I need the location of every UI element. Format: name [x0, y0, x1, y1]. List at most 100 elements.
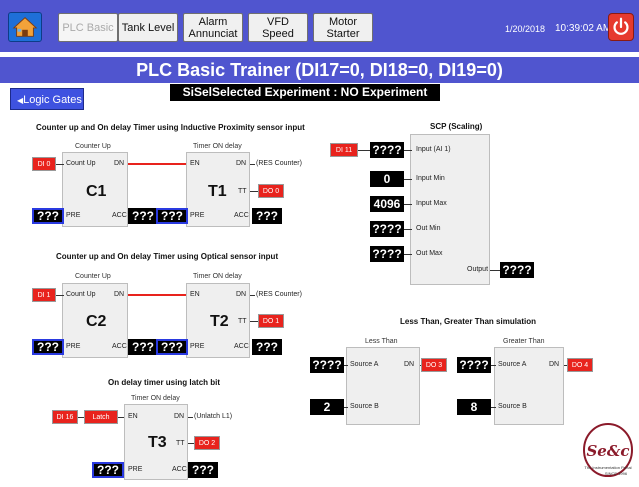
logic-gates-button[interactable]: ◀Logic Gates	[10, 88, 84, 110]
timer-pre-value[interactable]: ???	[156, 339, 188, 355]
timer-title: Timer ON delay	[193, 273, 242, 280]
wire	[128, 294, 186, 296]
output-tag-do0[interactable]: DO 0	[258, 184, 284, 198]
less-source-b-value[interactable]: 2	[310, 399, 344, 415]
counter-acc-value: ???	[128, 208, 158, 224]
dn-label: DN	[236, 160, 247, 167]
acc-label: ACC	[172, 466, 187, 473]
dn-label: DN	[114, 291, 125, 298]
counter-pre-value[interactable]: ???	[32, 339, 64, 355]
source-a-label: Source A	[350, 361, 379, 368]
logo-since: SINCE 1996	[605, 471, 628, 476]
wire	[188, 417, 193, 418]
dn-label: DN	[236, 291, 247, 298]
greater-source-b-value[interactable]: 8	[457, 399, 491, 415]
latch-tag[interactable]: Latch	[84, 410, 118, 424]
top-navigation-bar: PLC Basic Tank Level Alarm Annunciat VFD…	[0, 0, 639, 52]
time-display: 10:39:02 AM	[555, 23, 612, 34]
power-button[interactable]	[608, 13, 634, 41]
experiment-banner: SiSelSelected Experiment : NO Experiment…	[170, 84, 440, 116]
output-tag-do2[interactable]: DO 2	[194, 436, 220, 450]
count-up-label: Count Up	[66, 291, 96, 298]
pre-label: PRE	[190, 343, 205, 350]
acc-label: ACC	[112, 212, 127, 219]
dn-note: (Unlatch L1)	[194, 413, 233, 420]
nav-button-tank-level[interactable]: Tank Level	[118, 13, 178, 42]
scp-input-min-value[interactable]: 0	[370, 171, 404, 187]
dn-note: (RES Counter)	[256, 160, 302, 167]
en-label: EN	[190, 160, 200, 167]
wire	[250, 164, 255, 165]
wire	[358, 150, 370, 151]
less-than-block	[346, 347, 420, 425]
counter-pre-value[interactable]: ???	[32, 208, 64, 224]
less-source-a-value: ????	[310, 357, 344, 373]
timer-name-t1: T1	[208, 183, 227, 200]
dn-label: DN	[549, 361, 560, 368]
nav-button-motor-starter[interactable]: Motor Starter	[313, 13, 373, 42]
wire	[404, 150, 412, 151]
scp-out-min-value[interactable]: ????	[370, 221, 404, 237]
timer-pre-value[interactable]: ???	[156, 208, 188, 224]
acc-label: ACC	[234, 343, 249, 350]
wire	[491, 407, 496, 408]
acc-label: ACC	[112, 343, 127, 350]
home-icon	[12, 17, 38, 37]
input-tag-di11[interactable]: DI 11	[330, 143, 358, 157]
pre-label: PRE	[66, 343, 81, 350]
input-tag-di0[interactable]: DI 0	[32, 157, 56, 171]
scp-input-max-value[interactable]: 4096	[370, 196, 404, 212]
timer-acc-value: ???	[252, 208, 282, 224]
input-tag-di1[interactable]: DI 1	[32, 288, 56, 302]
scp-input-max-label: Input Max	[416, 200, 447, 207]
wire	[404, 204, 412, 205]
nav-button-vfd-speed[interactable]: VFD Speed	[248, 13, 308, 42]
timer-name-t3: T3	[148, 434, 167, 451]
logo-monogram: Se&c	[586, 442, 629, 460]
section-title-latch: On delay timer using latch bit	[108, 378, 221, 387]
wire	[56, 295, 64, 296]
timer-acc-value: ???	[188, 462, 218, 478]
tt-label: TT	[176, 440, 185, 447]
greater-source-a-value: ????	[457, 357, 491, 373]
nav-button-plc-basic[interactable]: PLC Basic	[58, 13, 118, 42]
dn-label: DN	[114, 160, 125, 167]
section-title-inductive: Counter up and On delay Timer using Indu…	[36, 123, 305, 132]
source-a-label: Source A	[498, 361, 527, 368]
pre-label: PRE	[190, 212, 205, 219]
output-tag-do1[interactable]: DO 1	[258, 314, 284, 328]
source-b-label: Source B	[350, 403, 379, 410]
count-up-label: Count Up	[66, 160, 96, 167]
page-title: PLC Basic Trainer (DI17=0, DI18=0, DI19=…	[0, 57, 639, 83]
greater-than-title: Greater Than	[503, 338, 545, 345]
less-than-title: Less Than	[365, 338, 398, 345]
wire	[404, 229, 412, 230]
wire	[344, 365, 348, 366]
output-tag-do3[interactable]: DO 3	[421, 358, 447, 372]
wire	[404, 179, 412, 180]
scp-out-max-value[interactable]: ????	[370, 246, 404, 262]
counter-title: Counter Up	[75, 273, 111, 280]
tt-label: TT	[238, 318, 247, 325]
timer-pre-value[interactable]: ???	[92, 462, 124, 478]
greater-than-block	[494, 347, 564, 425]
logic-gates-label: Logic Gates	[23, 94, 82, 106]
output-tag-do4[interactable]: DO 4	[567, 358, 593, 372]
scp-input-value: ????	[370, 142, 404, 158]
en-label: EN	[190, 291, 200, 298]
wire	[404, 254, 412, 255]
company-logo: Se&c The Instrumentation Portal SINCE 19…	[583, 423, 633, 477]
nav-button-alarm-annunciator[interactable]: Alarm Annunciat	[183, 13, 243, 42]
wire	[128, 163, 186, 165]
wire	[56, 164, 64, 165]
source-b-label: Source B	[498, 403, 527, 410]
power-icon	[613, 17, 629, 35]
home-button[interactable]	[8, 12, 42, 42]
scp-output-value: ????	[500, 262, 534, 278]
input-tag-di16[interactable]: DI 16	[52, 410, 78, 424]
en-label: EN	[128, 413, 138, 420]
timer-acc-value: ???	[252, 339, 282, 355]
section-title-comparison: Less Than, Greater Than simulation	[400, 317, 537, 326]
timer-title: Timer ON delay	[193, 143, 242, 150]
counter-title: Counter Up	[75, 143, 111, 150]
